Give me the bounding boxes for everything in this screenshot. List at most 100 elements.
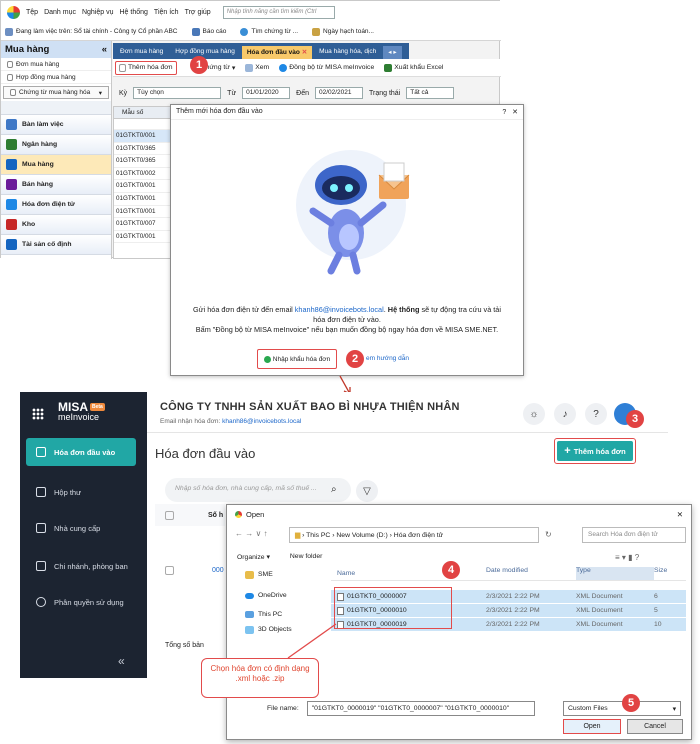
- cart-icon: [6, 159, 17, 170]
- cube-icon: [245, 625, 254, 634]
- view-button[interactable]: Xem: [245, 63, 269, 72]
- grid-filter-row[interactable]: [114, 119, 170, 130]
- module-label: Tài sản cố định: [22, 241, 72, 248]
- nav-input-invoice[interactable]: Hóa đơn đầu vào: [26, 438, 136, 466]
- column-type[interactable]: Type: [576, 567, 654, 580]
- menu-file[interactable]: Tệp: [26, 9, 38, 16]
- sidebar-item-purchase-order[interactable]: Đơn mua hàng: [1, 58, 111, 71]
- close-icon[interactable]: ✕: [302, 49, 307, 56]
- column-name[interactable]: Name: [331, 567, 486, 580]
- folder-search-input[interactable]: Search Hóa đơn điện tử: [582, 527, 686, 543]
- row-checkbox[interactable]: [165, 566, 174, 575]
- menu-catalog[interactable]: Danh mục: [44, 9, 76, 16]
- module-fixed-assets[interactable]: Tài sản cố định: [1, 235, 111, 255]
- cancel-button[interactable]: Cancel: [627, 719, 683, 734]
- from-date-input[interactable]: 01/01/2020: [242, 87, 291, 99]
- nav-permissions[interactable]: Phân quyền sử dụng: [26, 588, 136, 616]
- sidebar-item-purchase-vouchers[interactable]: Chứng từ mua hàng hóa ▾: [3, 86, 109, 99]
- address-bar[interactable]: ▆ › This PC › New Volume (D:) › Hóa đơn …: [289, 527, 539, 543]
- reports-button[interactable]: Báo cáo: [191, 27, 226, 36]
- close-icon[interactable]: ✕: [512, 109, 518, 116]
- collapse-sidebar-icon[interactable]: «: [118, 654, 125, 668]
- add-invoice-button[interactable]: Thêm hóa đơn: [115, 60, 177, 75]
- feature-search-input[interactable]: Nhập tính năng cần tìm kiếm (Ctrl: [222, 5, 335, 19]
- filter-icon[interactable]: ▽: [356, 480, 378, 502]
- user-icon: [36, 597, 46, 607]
- collapse-icon[interactable]: «: [102, 44, 107, 55]
- nav-inbox[interactable]: Hộp thư: [26, 478, 136, 506]
- search-icon[interactable]: ⌕: [331, 484, 337, 495]
- open-button[interactable]: Open: [563, 719, 621, 734]
- working-context[interactable]: Đang làm việc trên: Sổ tài chính - Công …: [5, 27, 178, 36]
- to-date-input[interactable]: 02/02/2021: [314, 87, 363, 99]
- tab-scroll-arrows-icon[interactable]: ◂ ▸: [383, 46, 402, 59]
- find-voucher-button[interactable]: Tìm chứng từ ...: [240, 27, 298, 36]
- dialog-toolbar: Organize ▾ New folder: [237, 553, 322, 561]
- table-row[interactable]: 01GTKT0/001: [114, 206, 170, 219]
- invoice-search-input[interactable]: Nhập số hóa đơn, nhà cung cấp, mã số thu…: [165, 478, 351, 502]
- sidebar-item-purchase-contract[interactable]: Hợp đồng mua hàng: [1, 71, 111, 84]
- column-size[interactable]: Size: [654, 567, 684, 580]
- tab-input-invoice[interactable]: Hóa đơn đầu vào ✕: [241, 46, 313, 59]
- table-row[interactable]: 01GTKT0/007: [114, 218, 170, 231]
- menu-help[interactable]: Trợ giúp: [185, 9, 211, 16]
- email-link[interactable]: khanh86@invoicebots.local: [295, 305, 384, 314]
- module-einvoice[interactable]: Hóa đơn điện tử: [1, 195, 111, 215]
- table-row[interactable]: 01GTKT0/365: [114, 143, 170, 156]
- theme-icon[interactable]: ☼: [523, 403, 545, 425]
- file-name-input[interactable]: "01GTKT0_0000019" "01GTKT0_0000007" "01G…: [306, 701, 535, 716]
- nav-arrows-icon[interactable]: ← → ∨ ↑: [235, 529, 268, 538]
- refresh-icon[interactable]: ↻: [545, 530, 552, 539]
- table-row[interactable]: 01GTKT0/001: [114, 130, 170, 143]
- module-purchase[interactable]: Mua hàng: [1, 155, 111, 175]
- organize-button[interactable]: Organize ▾: [237, 553, 270, 561]
- menu-utilities[interactable]: Tiện ích: [154, 9, 179, 16]
- module-bank[interactable]: Ngân hàng: [1, 135, 111, 155]
- nav-suppliers[interactable]: Nhà cung cấp: [26, 514, 136, 542]
- view-options-icon[interactable]: ≡ ▾ ▮ ?: [615, 553, 639, 562]
- company-name: CÔNG TY TNHH SẢN XUẤT BAO BÌ NHỰA THIỆN …: [160, 401, 460, 413]
- grid-header-form-number[interactable]: Mẫu số: [114, 107, 170, 119]
- path-segment[interactable]: New Volume (D:): [336, 532, 387, 539]
- bell-icon[interactable]: ♪: [554, 403, 576, 425]
- table-row[interactable]: 01GTKT0/001: [114, 231, 170, 244]
- nav-branches[interactable]: Chi nhánh, phòng ban: [26, 552, 136, 580]
- module-warehouse[interactable]: Kho: [1, 215, 111, 235]
- import-invoice-button[interactable]: Nhập khẩu hóa đơn: [257, 349, 337, 369]
- add-invoice-button[interactable]: + Thêm hóa đơn: [557, 441, 633, 461]
- module-desktop[interactable]: Bàn làm việc: [1, 115, 111, 135]
- table-row[interactable]: 01GTKT0/365: [114, 155, 170, 168]
- instruction-text: Gửi hóa đơn điện tử đến email: [193, 305, 295, 314]
- table-row[interactable]: 01GTKT0/002: [114, 168, 170, 181]
- new-folder-button[interactable]: New folder: [290, 553, 323, 561]
- help-icon[interactable]: ?: [585, 403, 607, 425]
- export-excel-button[interactable]: Xuất khẩu Excel: [384, 63, 443, 72]
- app-grid-icon[interactable]: [32, 408, 44, 420]
- module-sales[interactable]: Bán hàng: [1, 175, 111, 195]
- module-label: Ngân hàng: [22, 141, 58, 148]
- help-icon[interactable]: ?: [502, 109, 506, 116]
- table-row[interactable]: 01GTKT0/001: [114, 193, 170, 206]
- status-select[interactable]: Tất cả: [406, 87, 455, 99]
- tab-purchase-order[interactable]: Đơn mua hàng: [115, 46, 168, 59]
- tree-item-onedrive[interactable]: OneDrive: [233, 588, 329, 603]
- table-row[interactable]: 01GTKT0/001: [114, 180, 170, 193]
- column-date[interactable]: Date modified: [486, 567, 576, 580]
- close-icon[interactable]: ✕: [677, 510, 683, 519]
- menu-system[interactable]: Hệ thống: [120, 9, 148, 16]
- file-date: 2/3/2021 2:22 PM: [486, 621, 540, 628]
- tab-purchase-goods[interactable]: Mua hàng hóa, dịch: [314, 46, 381, 59]
- menu-operations[interactable]: Nghiệp vụ: [82, 9, 114, 16]
- callout-note: Chọn hóa đơn có định dạng .xml hoặc .zip: [201, 658, 319, 698]
- row-invoice-number[interactable]: 000: [212, 567, 224, 574]
- path-segment[interactable]: This PC: [306, 532, 330, 539]
- sidebar-splitter[interactable]: [1, 101, 111, 115]
- guide-link[interactable]: em hướng dẫn: [366, 355, 409, 362]
- tree-item-sme[interactable]: SME: [233, 567, 329, 582]
- path-segment[interactable]: Hóa đơn điện tử: [394, 532, 443, 539]
- sync-meinvoice-button[interactable]: Đồng bộ từ MISA meInvoice: [279, 63, 374, 72]
- posting-date-button[interactable]: Ngày hạch toán...: [312, 27, 374, 36]
- period-select[interactable]: Tùy chọn: [133, 87, 222, 99]
- tab-purchase-contract[interactable]: Hợp đồng mua hàng: [170, 46, 240, 59]
- select-all-checkbox[interactable]: [165, 511, 174, 520]
